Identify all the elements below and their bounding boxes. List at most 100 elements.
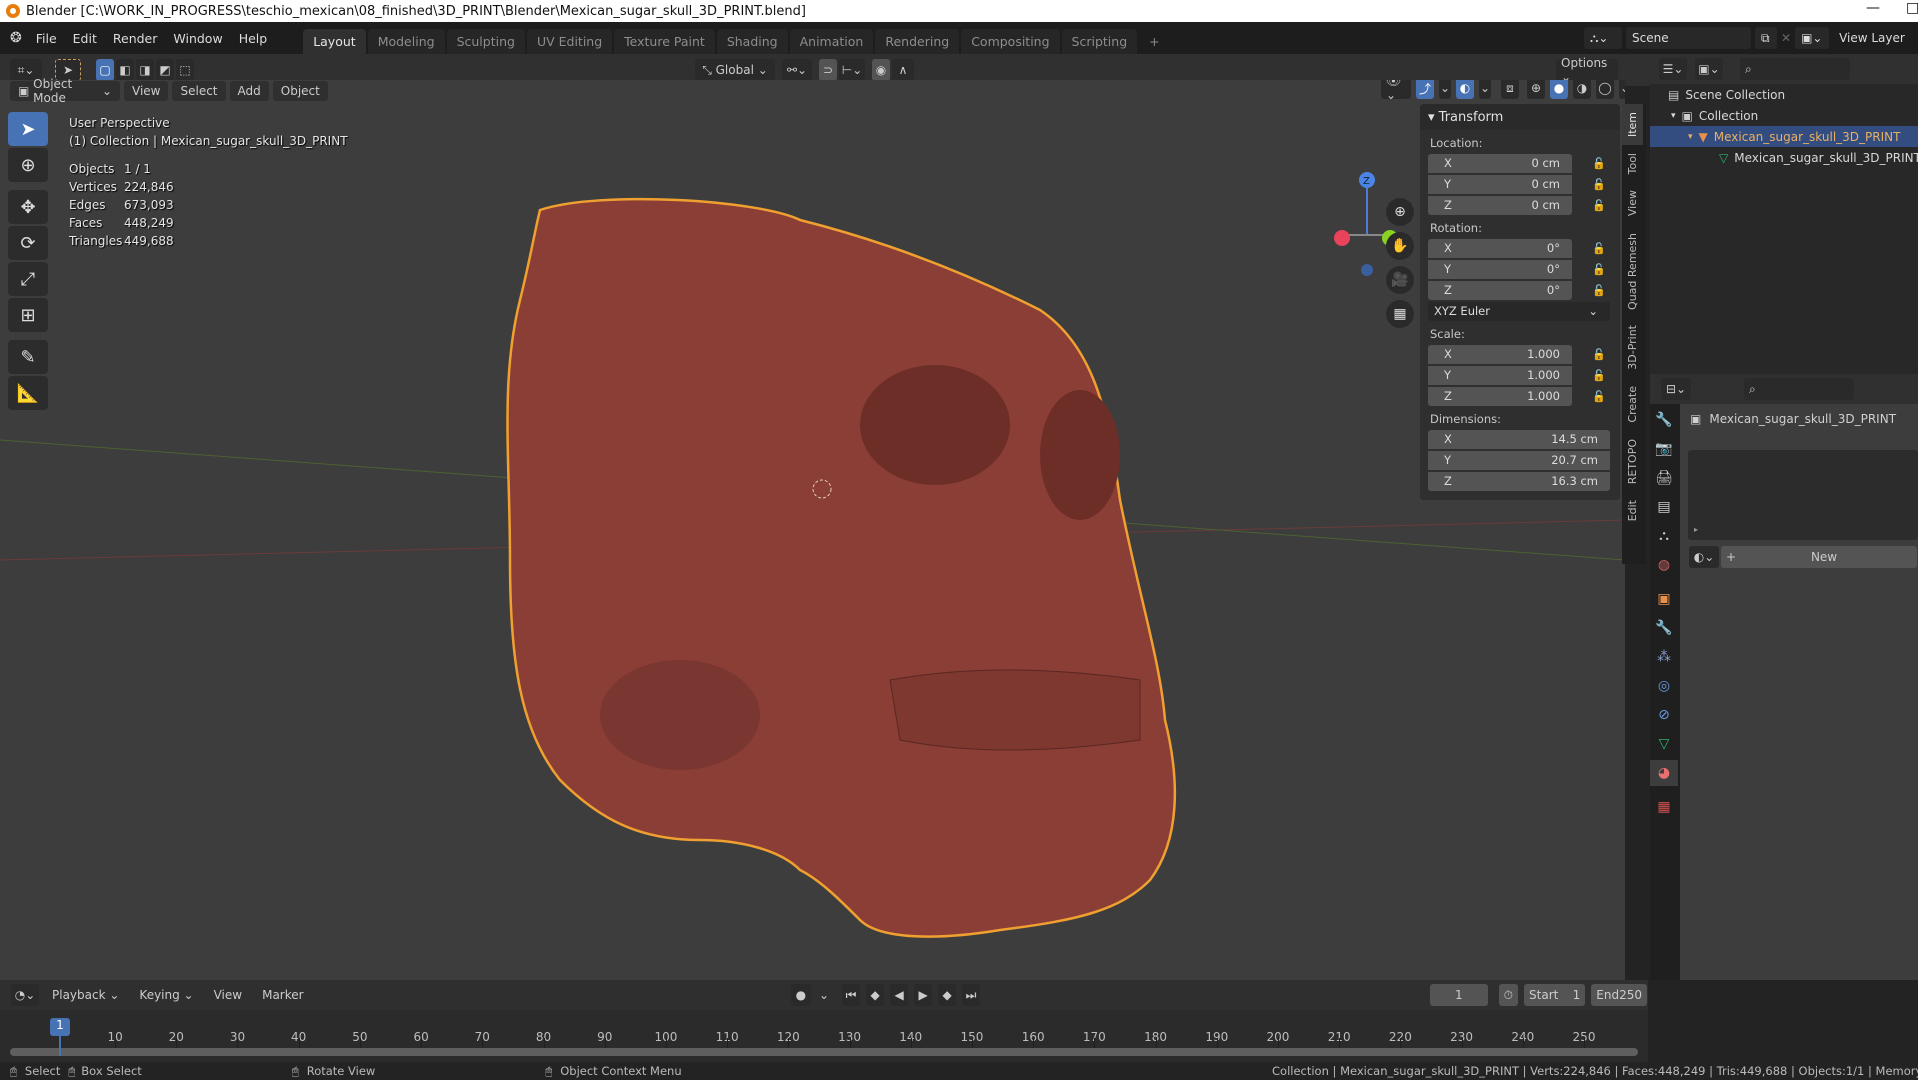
transform-panel-header[interactable]: ▾ Transform (1420, 104, 1620, 130)
scene-selector-icon[interactable]: ⛬⌄ (1584, 27, 1622, 49)
scene-props-icon[interactable]: ⛬ (1650, 523, 1678, 549)
lock-icon[interactable]: 🔓 (1592, 369, 1606, 382)
lock-icon[interactable]: 🔓 (1592, 199, 1606, 212)
physics-props-icon[interactable]: ◎ (1650, 673, 1678, 699)
dimensions-x-field[interactable]: X 14.5 cm (1428, 429, 1610, 449)
location-x-field[interactable]: X0 cm (1428, 153, 1572, 173)
location-z-field[interactable]: Z0 cm (1428, 195, 1572, 215)
rotation-y-field[interactable]: Y 0° (1428, 259, 1572, 279)
modifier-props-icon[interactable]: 🔧 (1650, 615, 1678, 641)
next-keyframe-icon[interactable]: ◆ (938, 984, 957, 1006)
view-layer-selector-icon[interactable]: ▣⌄ (1795, 27, 1830, 49)
play-reverse-icon[interactable]: ◀ (890, 984, 909, 1006)
scale-tool-icon[interactable]: ⤢ (8, 262, 48, 296)
tab-shading[interactable]: Shading (716, 29, 788, 54)
sidebar-tab-tool[interactable]: Tool (1622, 145, 1643, 182)
play-icon[interactable]: ▶ (914, 984, 933, 1006)
object-props-icon[interactable]: ▣ (1650, 586, 1678, 612)
maximize-button[interactable]: □ (1906, 0, 1918, 16)
sidebar-tab-retopo[interactable]: RETOPO (1622, 431, 1643, 492)
mode-dropdown[interactable]: ▣ Object Mode ⌄ (10, 77, 120, 105)
sidebar-tab-edit[interactable]: Edit (1622, 492, 1643, 529)
disclosure-triangle-icon[interactable]: ▾ (1688, 132, 1693, 142)
move-tool-icon[interactable]: ✥ (8, 190, 48, 224)
menu-help[interactable]: Help (231, 31, 276, 46)
scale-y-field[interactable]: Y 1.000 (1428, 365, 1572, 385)
menu-file[interactable]: File (28, 31, 65, 46)
zoom-icon[interactable]: ⊕ (1386, 198, 1414, 226)
ortho-grid-icon[interactable]: ▦ (1386, 300, 1414, 328)
menu-render[interactable]: Render (105, 31, 166, 46)
prev-keyframe-icon[interactable]: ◆ (866, 984, 885, 1006)
start-frame-field[interactable]: Start 1 (1524, 984, 1586, 1006)
rotation-z-field[interactable]: Z 0° (1428, 280, 1572, 300)
tab-uv-editing[interactable]: UV Editing (526, 29, 613, 54)
dimensions-z-field[interactable]: Z 16.3 cm (1428, 471, 1610, 491)
mode-subtract-selection-icon[interactable]: ◨ (136, 59, 154, 81)
stopwatch-icon[interactable]: ⏱ (1498, 984, 1519, 1006)
location-y-field[interactable]: Y0 cm (1428, 174, 1572, 194)
scene-name-field[interactable]: Scene (1626, 27, 1751, 49)
material-props-icon[interactable]: ◕ (1650, 760, 1678, 786)
tab-layout[interactable]: Layout (303, 29, 366, 54)
lock-icon[interactable]: 🔓 (1592, 178, 1606, 191)
view-layer-field[interactable]: View Layer (1833, 27, 1918, 49)
gizmo-x-axis[interactable] (1334, 230, 1350, 246)
outliner-item[interactable]: ▤ Scene Collection (1650, 84, 1918, 105)
outliner-item[interactable]: ▽ Mexican_sugar_skull_3D_PRINT (1650, 147, 1918, 168)
jump-start-icon[interactable]: ⏮ (842, 984, 861, 1006)
display-mode-icon[interactable]: ▣⌄ (1695, 58, 1723, 80)
render-props-icon[interactable]: 📷 (1650, 436, 1678, 462)
tab-rendering[interactable]: Rendering (875, 29, 960, 54)
pan-hand-icon[interactable]: ✋ (1386, 232, 1414, 260)
annotate-tool-icon[interactable]: ✎ (8, 340, 48, 374)
tab-modeling[interactable]: Modeling (367, 29, 445, 54)
menu-view-timeline[interactable]: View (206, 985, 250, 1005)
rotation-mode-dropdown[interactable]: XYZ Euler ⌄ (1428, 301, 1610, 321)
sidebar-tab-quad-remesh[interactable]: Quad Remesh (1622, 225, 1643, 318)
mode-extend-selection-icon[interactable]: ◧ (116, 59, 134, 81)
rotation-x-field[interactable]: X 0° (1428, 238, 1572, 258)
snap-target-icon[interactable]: ⊢⌄ (839, 59, 865, 81)
cursor-tool-icon[interactable]: ⊕ (8, 148, 48, 182)
record-dropdown-icon[interactable]: ⌄ (817, 984, 831, 1006)
3d-viewport[interactable]: Z User Perspective (1) Collection | Mexi… (0, 80, 1625, 980)
menu-keying[interactable]: Keying ⌄ (131, 985, 202, 1005)
output-props-icon[interactable]: 🖨 (1650, 465, 1678, 491)
material-browse-icon[interactable]: ◐⌄ (1689, 546, 1719, 568)
timeline-ruler[interactable]: 1 10 20 30 40 50 60 70 80 90 100 110 120 130 140 150 16… (0, 1010, 1648, 1062)
add-workspace-button[interactable]: + (1139, 29, 1169, 54)
tab-texture-paint[interactable]: Texture Paint (614, 29, 715, 54)
sidebar-tab-create[interactable]: Create (1622, 378, 1643, 431)
current-frame-field[interactable]: 1 (1430, 984, 1488, 1006)
tab-sculpting[interactable]: Sculpting (446, 29, 525, 54)
tab-compositing[interactable]: Compositing (961, 29, 1060, 54)
options-dropdown[interactable]: Options ⌄ (1556, 56, 1618, 84)
menu-marker[interactable]: Marker (254, 985, 311, 1005)
new-scene-icon[interactable]: ⧉ (1755, 27, 1777, 49)
falloff-icon[interactable]: ∧ (892, 59, 914, 81)
camera-view-icon[interactable]: 🎥 (1386, 266, 1414, 294)
transform-tool-icon[interactable]: ⊞ (8, 298, 48, 332)
mesh-data-props-icon[interactable]: ▽ (1650, 731, 1678, 757)
timeline-editor-type-icon[interactable]: ◔⌄ (11, 984, 39, 1006)
scale-x-field[interactable]: X 1.000 (1428, 344, 1572, 364)
end-frame-field[interactable]: End 250 (1591, 984, 1647, 1006)
menu-edit[interactable]: Edit (65, 31, 105, 46)
lock-icon[interactable]: 🔓 (1592, 157, 1606, 170)
world-props-icon[interactable]: ◍ (1650, 552, 1678, 578)
scale-z-field[interactable]: Z 1.000 (1428, 386, 1572, 406)
rotate-tool-icon[interactable]: ⟳ (8, 226, 48, 260)
delete-scene-icon[interactable]: ✕ (1781, 31, 1791, 45)
mode-invert-selection-icon[interactable]: ◩ (156, 59, 174, 81)
outliner-item[interactable]: ▾ ▼ Mexican_sugar_skull_3D_PRINT (1650, 126, 1918, 147)
view-layer-props-icon[interactable]: ▤ (1650, 494, 1678, 520)
outliner-search-input[interactable]: ⌕ (1740, 58, 1850, 80)
jump-end-icon[interactable]: ⏭ (962, 984, 981, 1006)
new-material-button[interactable]: + New (1721, 546, 1917, 568)
minimize-button[interactable]: — (1866, 0, 1880, 16)
lock-icon[interactable]: 🔓 (1592, 348, 1606, 361)
select-box-tool-icon[interactable]: ➤ (8, 112, 48, 146)
sidebar-tab-view[interactable]: View (1622, 182, 1643, 224)
transform-orientation-dropdown[interactable]: ⤡ Global ⌄ (695, 59, 775, 81)
